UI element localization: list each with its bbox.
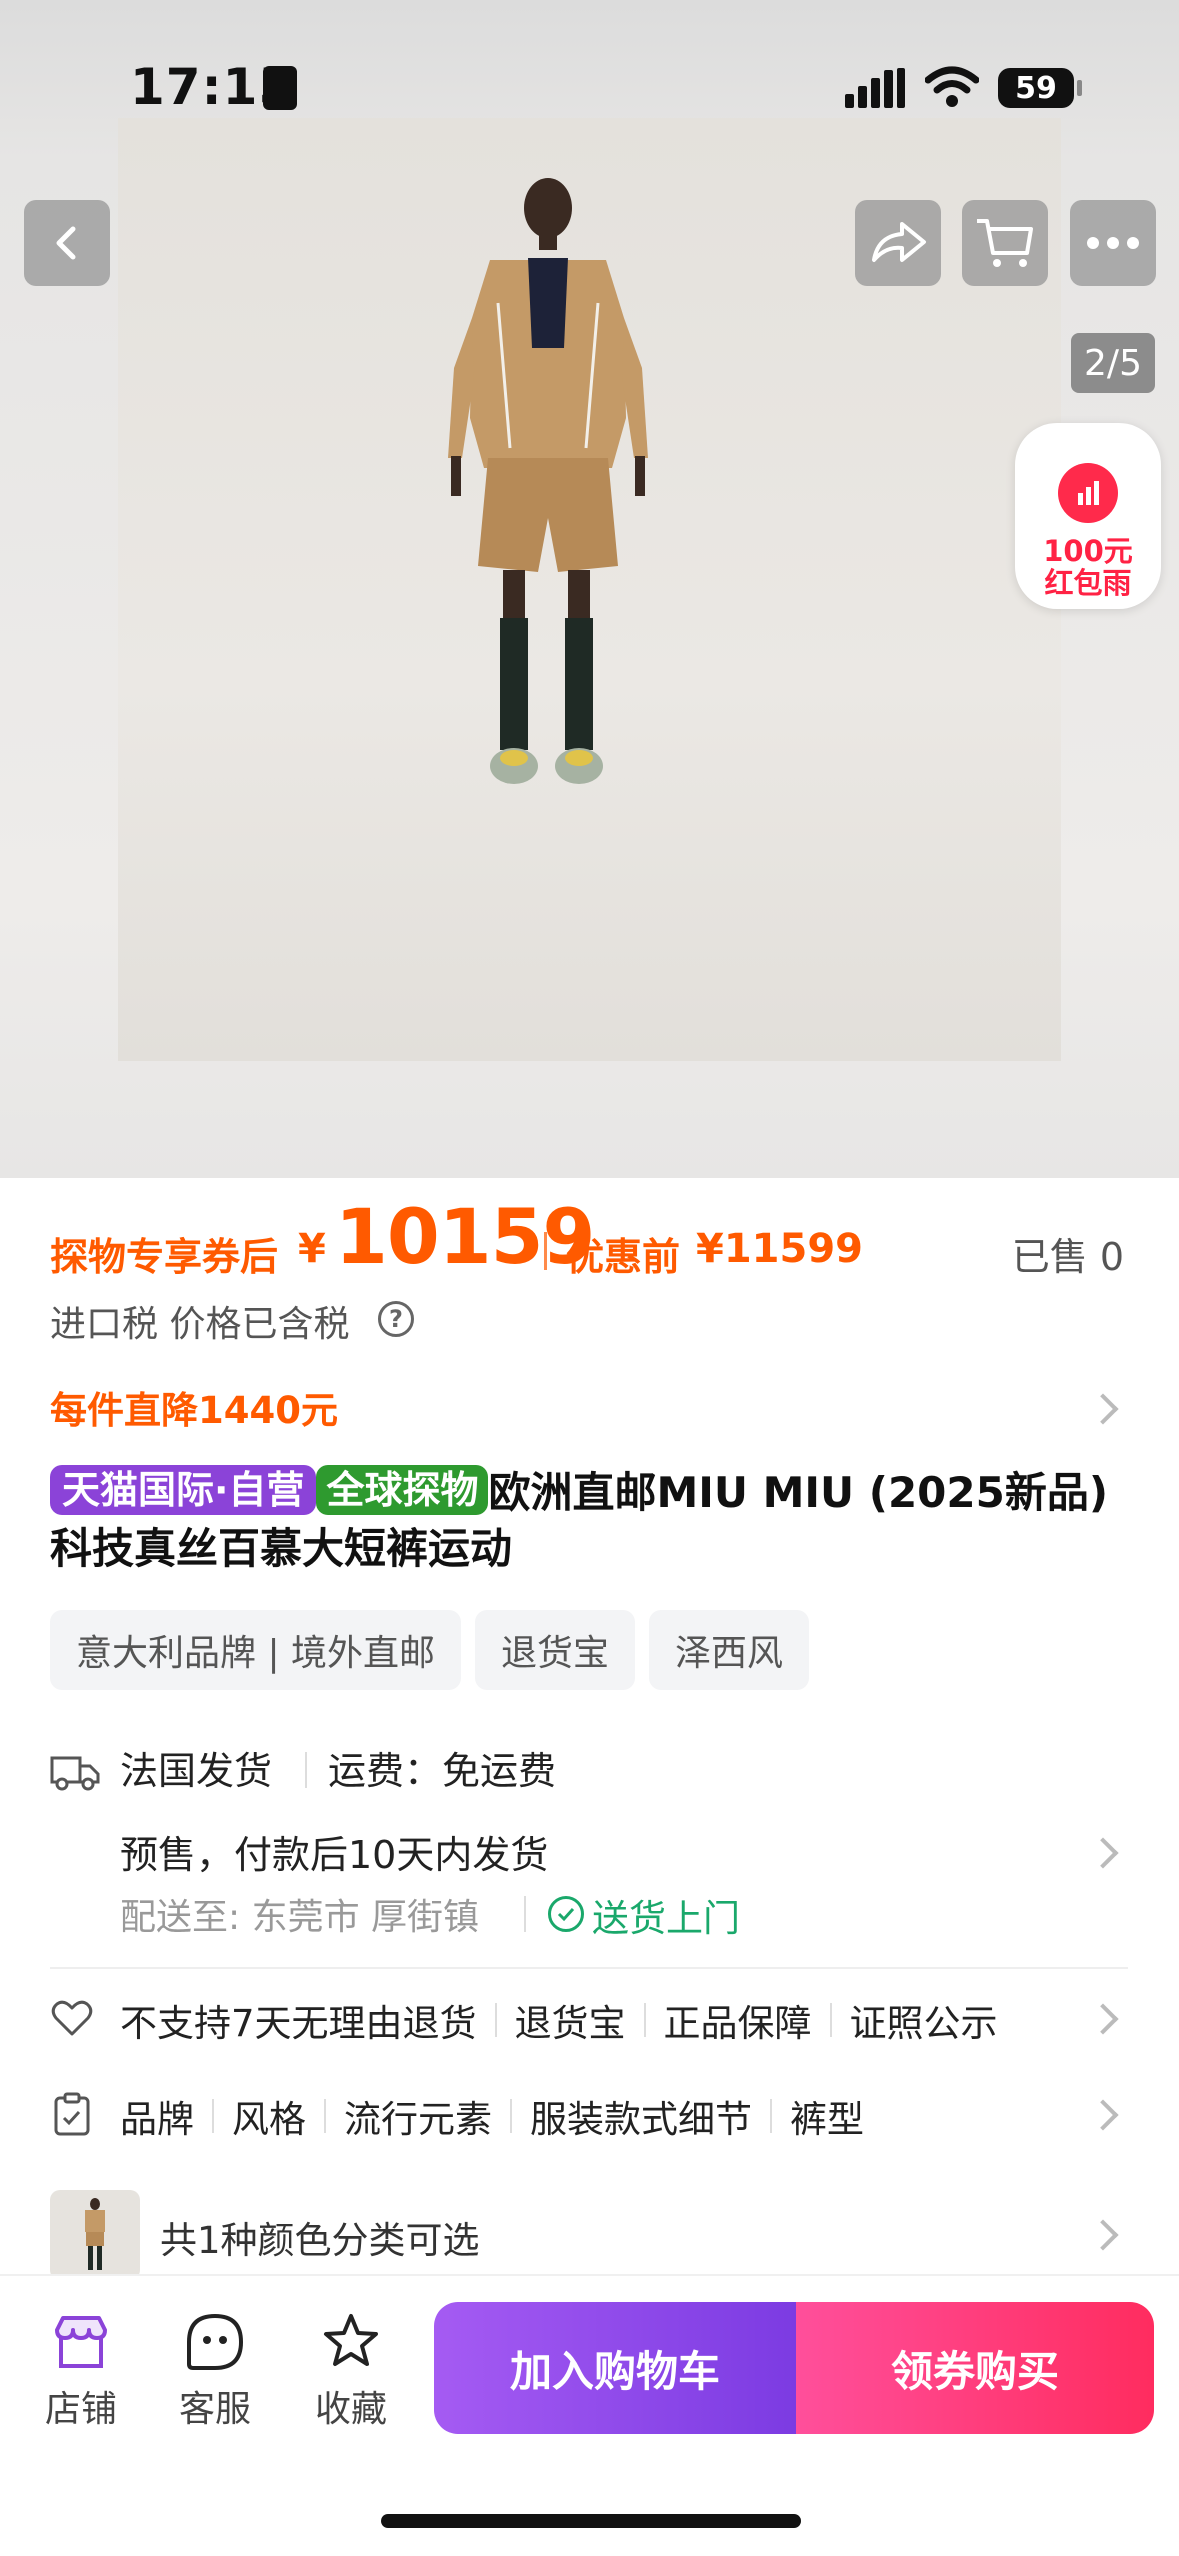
chevron-right-icon[interactable] (1087, 1837, 1119, 1869)
more-button[interactable] (1070, 200, 1156, 286)
cellular-signal-icon (845, 68, 905, 108)
favorite-label: 收藏 (314, 2389, 387, 2430)
product-params-row[interactable]: 品牌 风格 流行元素 服装款式细节 裤型 (50, 2086, 1130, 2146)
param-item: 流行元素 (344, 2098, 492, 2141)
color-option-text: 共1种颜色分类可选 (160, 2219, 480, 2262)
price-row: 探物专享券后 ¥ 10159 优惠前 ¥11599 已售 0 (50, 1190, 1130, 1300)
door-delivery: 送货上门 (592, 1897, 740, 1940)
tag-item[interactable]: 退货宝 (475, 1610, 636, 1690)
feature-tags: 意大利品牌 | 境外直邮 退货宝 泽西风 (50, 1610, 810, 1690)
item-divider (829, 2003, 832, 2037)
ship-origin: 法国发货 (120, 1749, 273, 1793)
share-button[interactable] (855, 200, 941, 286)
service-label: 客服 (178, 2389, 251, 2430)
red-rain-amount: 100元 (1043, 534, 1133, 568)
gallery-pager: 2/5 (1071, 333, 1155, 393)
share-arrow-icon (872, 222, 926, 262)
cart-icon (977, 219, 1033, 267)
wifi-icon (925, 66, 979, 107)
truck-icon (50, 1756, 100, 1791)
tag-item[interactable]: 意大利品牌 | 境外直邮 (50, 1610, 462, 1690)
store-label: 店铺 (44, 2389, 117, 2430)
item-divider (494, 2003, 497, 2037)
section-divider (50, 1967, 1128, 1969)
cart-button[interactable] (962, 200, 1048, 286)
more-dots-icon (1087, 237, 1139, 249)
param-item: 品牌 (120, 2098, 194, 2141)
store-icon (55, 2316, 107, 2368)
item-divider (643, 2003, 646, 2037)
service-item: 正品保障 (663, 2002, 812, 2045)
chevron-right-icon[interactable] (1087, 1393, 1119, 1425)
global-explore-badge: 全球探物 (316, 1465, 489, 1515)
discount-note[interactable]: 每件直降1440元 (50, 1380, 338, 1434)
chevron-right-icon[interactable] (1087, 2099, 1119, 2131)
item-divider (770, 2099, 772, 2133)
ship-divider (524, 1896, 526, 1932)
sold-count: 已售 0 (1011, 1235, 1124, 1279)
coupon-price-label: 探物专享券后 (50, 1235, 279, 1279)
red-envelope-rain-widget[interactable]: 100元 红包雨 (1015, 423, 1161, 609)
back-button[interactable] (24, 200, 110, 286)
favorite-tab[interactable]: 收藏 (296, 2310, 406, 2432)
chat-face-icon (187, 2313, 244, 2370)
coupon-price: 10159 (335, 1192, 595, 1281)
heart-icon (51, 2000, 93, 2036)
tmall-global-badge: 天猫国际·自营 (50, 1465, 317, 1515)
price-divider (544, 1232, 547, 1270)
shipping-fee: 运费：免运费 (328, 1749, 557, 1793)
param-item: 风格 (232, 2098, 306, 2141)
chevron-left-icon (56, 226, 76, 260)
status-bar: 17:15 59 (0, 0, 1179, 120)
shipping-section[interactable]: 法国发货 运费：免运费 预售，付款后10天内发货 配送至: 东莞市 厚街镇 送货… (50, 1740, 1130, 1960)
service-item: 退货宝 (514, 2002, 626, 2045)
currency-symbol: ¥ (298, 1226, 326, 1272)
battery-cap (1077, 80, 1082, 96)
color-thumbnail[interactable] (50, 2190, 140, 2280)
add-to-cart-button[interactable]: 加入购物车 (434, 2302, 796, 2434)
coupon-buy-button[interactable]: 领券购买 (796, 2302, 1154, 2434)
original-price-label: 优惠前 (566, 1235, 681, 1279)
tax-note: 进口税 价格已含税 (50, 1304, 350, 1345)
red-envelope-icon (1058, 463, 1118, 523)
clipboard-icon (54, 2092, 90, 2136)
chevron-right-icon[interactable] (1087, 2219, 1119, 2251)
customer-service-tab[interactable]: 客服 (160, 2310, 270, 2432)
service-guarantee-row[interactable]: 不支持7天无理由退货 退货宝 正品保障 证照公示 (50, 1990, 1130, 2050)
chevron-right-icon[interactable] (1087, 2003, 1119, 2035)
product-gallery[interactable] (0, 0, 1179, 1178)
person-badge-icon (263, 66, 297, 110)
presale-note: 预售，付款后10天内发货 (120, 1833, 549, 1877)
battery-level: 59 (998, 68, 1074, 108)
service-item: 不支持7天无理由退货 (120, 2002, 477, 2045)
check-circle-icon (548, 1896, 584, 1932)
home-indicator (381, 2514, 801, 2528)
item-divider (324, 2099, 326, 2133)
product-title-block: 天猫国际·自营 全球探物 欧洲直邮MIU MIU (2025新品) 科技真丝百慕大短… (50, 1465, 1140, 1577)
color-option-row[interactable]: 共1种颜色分类可选 (50, 2190, 1130, 2280)
star-icon (324, 2314, 378, 2366)
param-item: 服装款式细节 (530, 2098, 752, 2141)
original-price: ¥11599 (696, 1226, 863, 1272)
service-item: 证照公示 (849, 2002, 998, 2045)
item-divider (212, 2099, 214, 2133)
item-divider (510, 2099, 512, 2133)
question-circle-icon[interactable]: ? (378, 1301, 414, 1337)
store-tab[interactable]: 店铺 (26, 2310, 136, 2432)
param-item: 裤型 (790, 2098, 864, 2141)
red-rain-label: 红包雨 (1044, 566, 1132, 600)
deliver-to[interactable]: 配送至: 东莞市 厚街镇 (120, 1888, 479, 1940)
tag-item[interactable]: 泽西风 (649, 1610, 810, 1690)
ship-divider (305, 1752, 307, 1788)
